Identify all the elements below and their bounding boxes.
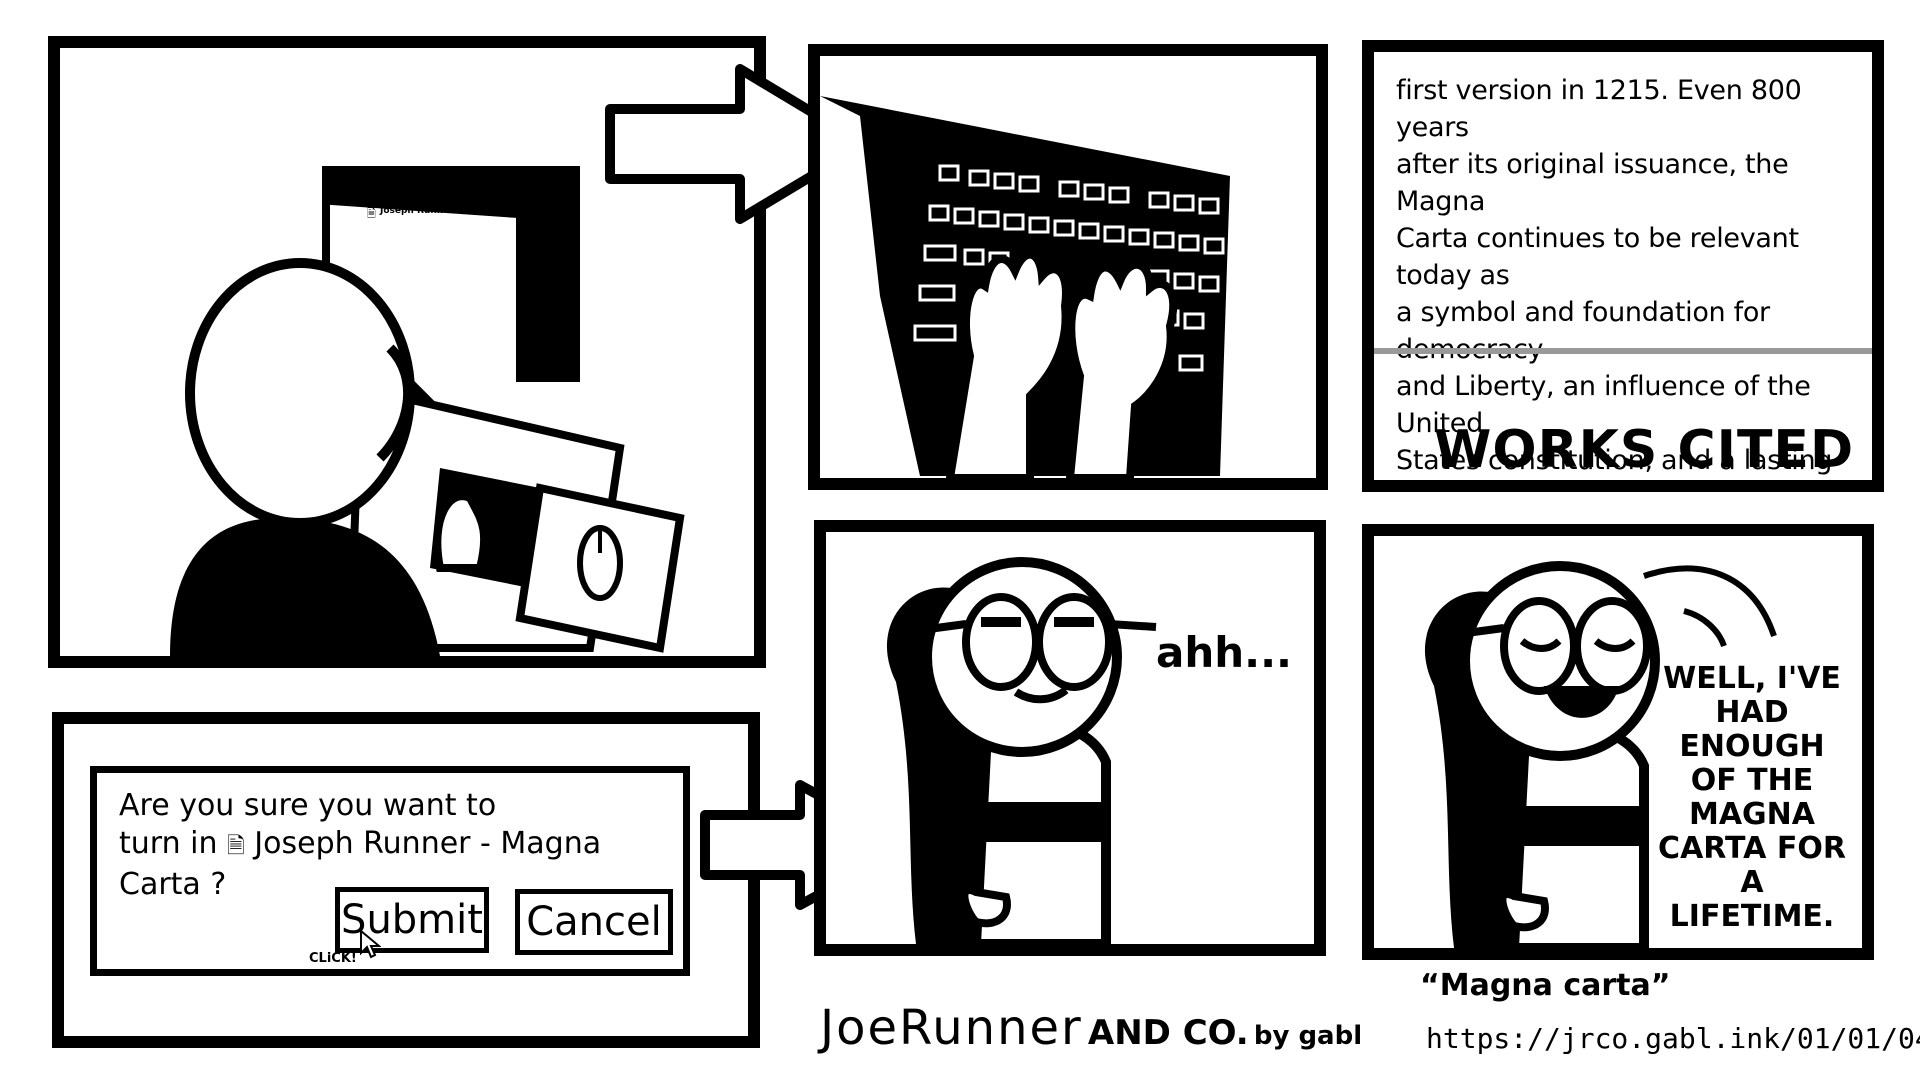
speech-line: OF THE MAGNA (1688, 763, 1816, 832)
dialog-line-1: Are you sure you want to (119, 788, 497, 823)
essay-line: after its original issuance, the Magna (1396, 149, 1789, 217)
speech-line: HAD ENOUGH (1679, 695, 1825, 764)
essay-line: Carta continues to be relevant today as (1396, 223, 1799, 291)
essay-line: a symbol and foundation for democracy (1396, 297, 1770, 365)
comic-title: “Magna carta” (1420, 968, 1671, 1003)
essay-line: presence in the United Kingdom. (1396, 479, 1866, 480)
works-cited-heading: WORKS CITED (1434, 420, 1855, 480)
document-icon: 🗎 (367, 207, 376, 220)
speech-line: LIFETIME. (1669, 899, 1835, 934)
typing-hands-illustration (820, 96, 1230, 478)
panel-essay: first version in 1215. Even 800 years af… (1362, 40, 1884, 492)
cancel-button[interactable]: Cancel (515, 889, 673, 955)
speech-line: CARTA FOR A (1658, 831, 1846, 900)
panel-final: WELL, I'VE HAD ENOUGH OF THE MAGNA CARTA… (1362, 524, 1874, 960)
essay-line: first version in 1215. Even 800 years (1396, 75, 1802, 143)
click-label: CLiCK! (309, 951, 357, 966)
brand-and-co: AND CO. (1087, 1013, 1249, 1053)
monitor-doc-title: Joseph Runner-Magna Carta (380, 206, 522, 216)
panel-relief: ahh... (814, 520, 1326, 956)
byline: by gabl (1253, 1021, 1363, 1051)
confirm-dialog: Are you sure you want to turn in 🗎 Josep… (90, 766, 690, 976)
speech-line: WELL, I'VE (1663, 661, 1841, 696)
footer-brand-block: JoeRunner AND CO. by gabl (820, 1000, 1362, 1056)
brand-name: JoeRunner (820, 1000, 1083, 1056)
page-divider (1374, 348, 1872, 354)
cursor-icon (360, 929, 381, 959)
document-icon: 🗎 (227, 834, 245, 859)
relieved-character-illustration (886, 557, 1157, 944)
relief-exclamation: ahh... (1156, 628, 1293, 677)
comic-url[interactable]: https://jrco.gabl.ink/01/01/04 (1426, 1022, 1920, 1055)
speech-text: WELL, I'VE HAD ENOUGH OF THE MAGNA CARTA… (1652, 662, 1852, 934)
panel-dialog: Are you sure you want to turn in 🗎 Josep… (52, 712, 760, 1048)
panel-keyboard (808, 44, 1328, 490)
